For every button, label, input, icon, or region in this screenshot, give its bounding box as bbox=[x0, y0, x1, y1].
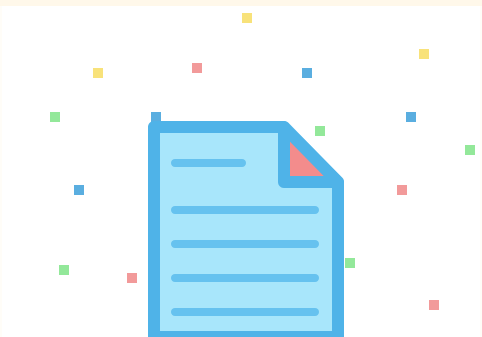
confetti-dot bbox=[465, 145, 475, 155]
confetti-dot bbox=[192, 63, 202, 73]
confetti-dot bbox=[429, 300, 439, 310]
document-illustration bbox=[50, 13, 475, 337]
confetti-dot bbox=[127, 273, 137, 283]
confetti-dot bbox=[397, 185, 407, 195]
illustration-canvas bbox=[0, 0, 482, 337]
confetti-dot bbox=[302, 68, 312, 78]
confetti-dot bbox=[151, 112, 161, 122]
confetti-dot bbox=[93, 68, 103, 78]
confetti-dot bbox=[345, 258, 355, 268]
document-icon bbox=[148, 121, 344, 337]
confetti-dot bbox=[406, 112, 416, 122]
confetti-dot bbox=[242, 13, 252, 23]
confetti-dot bbox=[74, 185, 84, 195]
confetti-dot bbox=[315, 126, 325, 136]
confetti-dot bbox=[59, 265, 69, 275]
document-corner-fold bbox=[278, 121, 344, 188]
confetti-dot bbox=[50, 112, 60, 122]
confetti-dot bbox=[419, 49, 429, 59]
